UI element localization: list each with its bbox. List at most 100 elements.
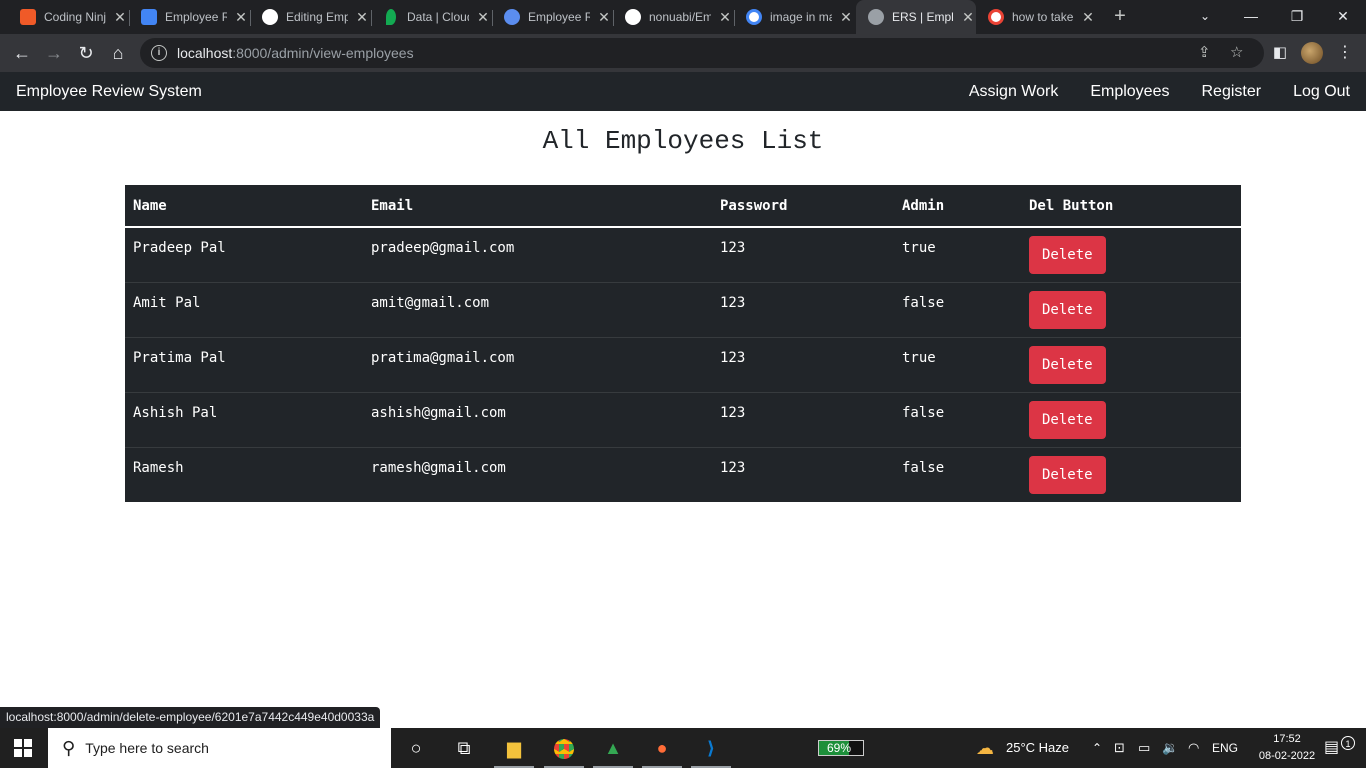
forward-arrow-icon[interactable]: → (42, 41, 66, 65)
close-window-button[interactable]: ✕ (1320, 0, 1366, 32)
link-status-bubble: localhost:8000/admin/delete-employee/620… (0, 707, 381, 728)
tab-title: Editing Employee (286, 10, 348, 24)
github-icon (625, 9, 641, 25)
delete-button[interactable]: Delete (1029, 290, 1106, 329)
back-arrow-icon[interactable]: ← (10, 41, 34, 65)
nav-register[interactable]: Register (1201, 72, 1261, 111)
new-tab-button[interactable]: + (1109, 5, 1131, 27)
close-icon[interactable]: ✕ (840, 9, 852, 26)
tab-title: ERS | Employees (892, 10, 954, 24)
address-url[interactable]: localhost:8000/admin/view-employees (177, 45, 414, 61)
tab-title: Coding Ninjas (44, 10, 106, 24)
side-panel-icon[interactable]: ◧ (1268, 41, 1292, 65)
file-explorer-icon[interactable]: ▆ (490, 728, 538, 768)
postman-icon[interactable]: ● (638, 728, 686, 768)
address-bar[interactable]: i localhost:8000/admin/view-employees ⇪ … (140, 38, 1264, 68)
minimize-button[interactable]: — (1228, 0, 1274, 32)
home-icon[interactable]: ⌂ (106, 41, 130, 65)
brand-title[interactable]: Employee Review System (16, 72, 202, 111)
nav-log-out[interactable]: Log Out (1293, 72, 1350, 111)
share-icon[interactable]: ⇪ (1198, 38, 1211, 68)
browser-tab-active[interactable]: ERS | Employees ✕ (856, 0, 976, 34)
cell-email: ashish@gmail.com (363, 392, 712, 448)
cell-name: Amit Pal (125, 282, 363, 338)
bookmark-star-icon[interactable]: ☆ (1230, 38, 1243, 68)
navbar-links: Assign Work Employees Register Log Out (937, 72, 1350, 111)
browser-tab[interactable]: image in markdown ✕ (734, 0, 852, 34)
cell-admin: true (894, 227, 1021, 283)
close-icon[interactable]: ✕ (114, 9, 126, 26)
delete-button[interactable]: Delete (1029, 345, 1106, 384)
cell-admin: false (902, 459, 945, 476)
windows-start-icon[interactable] (14, 739, 32, 757)
tab-search-chevron-icon[interactable]: ⌄ (1182, 0, 1228, 32)
reload-icon[interactable]: ↻ (74, 41, 98, 65)
vscode-icon[interactable]: ⟩ (687, 728, 735, 768)
nav-assign-work[interactable]: Assign Work (969, 72, 1059, 111)
cell-admin: true (894, 337, 1021, 393)
close-icon[interactable]: ✕ (598, 9, 610, 26)
language-indicator[interactable]: ENG (1212, 728, 1238, 768)
employees-table: Name Email Password Admin Del Button Pra… (125, 185, 1241, 502)
delete-button[interactable]: Delete (1029, 455, 1106, 494)
cell-action: Delete (1021, 447, 1241, 502)
table-row: Pradeep Pal pradeep@gmail.com 123 true D… (125, 227, 1241, 283)
cell-admin: false (894, 392, 1021, 448)
close-icon[interactable]: ✕ (719, 9, 731, 26)
column-header-email: Email (363, 185, 712, 228)
mongodb-compass-icon[interactable]: ▲ (589, 728, 637, 768)
browser-tab[interactable]: Data | Cloud ✕ (371, 0, 489, 34)
nav-employees[interactable]: Employees (1090, 72, 1169, 111)
meet-now-icon[interactable]: ⊡ (1114, 728, 1125, 768)
volume-icon[interactable]: 🔉 (1162, 728, 1178, 768)
close-icon[interactable]: ✕ (356, 9, 368, 26)
browser-tab[interactable]: nonuabi/Employee ✕ (613, 0, 731, 34)
browser-tab[interactable]: Editing Employee ✕ (250, 0, 368, 34)
browser-tab[interactable]: Employee Review ✕ (129, 0, 247, 34)
page-title: All Employees List (542, 126, 824, 156)
taskbar-search-box[interactable]: ⚲ Type here to search (48, 728, 391, 768)
column-header-password: Password (712, 185, 894, 228)
delete-button[interactable]: Delete (1029, 400, 1106, 439)
close-icon[interactable]: ✕ (962, 9, 974, 26)
browser-tab[interactable]: how to take ✕ (976, 0, 1094, 34)
cell-email: pradeep@gmail.com (363, 227, 712, 283)
site-info-icon[interactable]: i (151, 45, 167, 61)
app-navbar: Employee Review System Assign Work Emplo… (0, 72, 1366, 111)
close-icon[interactable]: ✕ (235, 9, 247, 26)
restore-button[interactable]: ❐ (1274, 0, 1320, 32)
cell-name: Ashish Pal (125, 392, 363, 448)
notification-center-icon[interactable]: ▤ (1324, 728, 1339, 768)
globe-icon (868, 9, 884, 25)
battery-tray-icon[interactable]: ▭ (1138, 728, 1150, 768)
browser-tab[interactable]: Coding Ninjas ✕ (8, 0, 126, 34)
google-icon (988, 9, 1004, 25)
menu-kebab-icon[interactable]: ⋮ (1333, 41, 1357, 65)
tab-title: Employee Review (165, 10, 227, 24)
wifi-icon[interactable]: ◠ (1188, 728, 1199, 768)
chevron-up-icon[interactable]: ⌃ (1092, 728, 1102, 768)
github-icon (262, 9, 278, 25)
delete-button[interactable]: Delete (1029, 236, 1106, 274)
table-row: Ramesh ramesh@gmail.com 123 false Delete (125, 447, 1241, 502)
system-clock[interactable]: 17:52 08-02-2022 (1252, 731, 1322, 765)
weather-haze-icon[interactable]: ☁ (976, 728, 994, 768)
coding-ninjas-icon (20, 9, 36, 25)
tab-title: nonuabi/Employee (649, 10, 711, 24)
search-icon: ⚲ (62, 737, 76, 758)
close-icon[interactable]: ✕ (477, 9, 489, 26)
cell-action: Delete (1021, 227, 1241, 283)
profile-avatar[interactable] (1301, 42, 1323, 64)
cortana-circle-icon[interactable]: ○ (392, 728, 440, 768)
cell-email: pratima@gmail.com (363, 337, 712, 393)
tab-title: Employee Review (528, 10, 590, 24)
cell-password: 123 (712, 337, 894, 393)
battery-indicator[interactable]: 69% (818, 740, 864, 756)
cell-action: Delete (1021, 392, 1241, 448)
weather-text[interactable]: 25°C Haze (1006, 728, 1069, 768)
task-view-icon[interactable]: ⧉ (440, 728, 488, 768)
tab-title: Data | Cloud (407, 10, 469, 24)
browser-tab[interactable]: Employee Review ✕ (492, 0, 610, 34)
chrome-icon[interactable] (540, 728, 588, 768)
close-icon[interactable]: ✕ (1082, 9, 1094, 26)
